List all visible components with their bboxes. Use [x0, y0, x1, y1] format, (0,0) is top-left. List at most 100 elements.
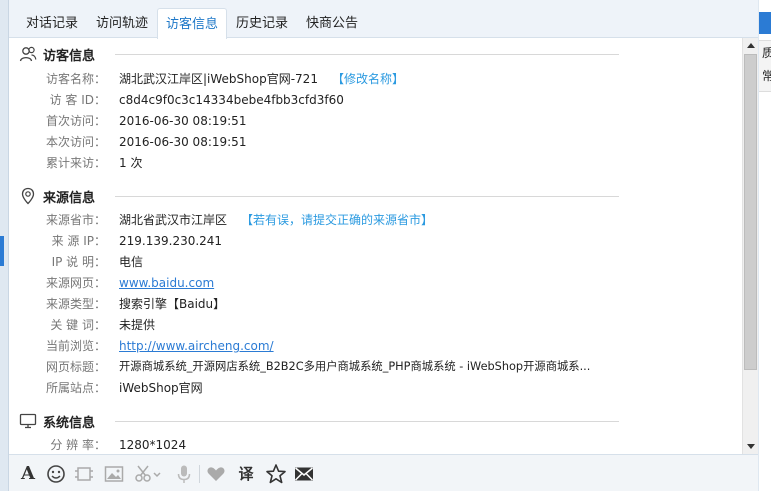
row-label: 来源网页：: [45, 276, 106, 290]
visitor-section-header: 访客信息: [19, 42, 95, 66]
right-strip-text-2: 常: [762, 69, 771, 83]
font-icon[interactable]: A: [17, 463, 39, 485]
info-row-keyword: 关 键 词： 未提供: [9, 315, 742, 335]
emoji-icon[interactable]: [45, 463, 67, 485]
visitor-id-value: c8d4c9f0c3c14334bebe4fbb3cfd3f60: [119, 93, 344, 107]
row-label: 访客名称：: [45, 72, 106, 86]
info-row-source-ip: 来 源 IP： 219.139.230.241: [9, 231, 742, 251]
tab-announcement[interactable]: 快商公告: [297, 8, 367, 38]
font-icon-glyph: A: [21, 463, 35, 484]
right-edge-strip: 质 常: [759, 0, 771, 491]
row-label: 访 客 ID：: [49, 93, 106, 107]
translate-icon[interactable]: 译: [235, 463, 257, 485]
tab-chat-records[interactable]: 对话记录: [17, 8, 87, 38]
translate-icon-glyph: 译: [238, 465, 254, 483]
info-row-visitor-name: 访客名称： 湖北武汉江岸区|iWebShop官网-721 【修改名称】: [9, 69, 742, 89]
visitor-section-title: 访客信息: [43, 48, 96, 64]
correct-region-link[interactable]: 【若有误，请提交正确的来源省市】: [241, 213, 433, 227]
info-row-page-title: 网页标题： 开源商城系统_开源网店系统_B2B2C多用户商城系统_PHP商城系统…: [9, 357, 742, 377]
toolbar-divider: [199, 465, 200, 483]
row-label: 所属站点：: [45, 381, 106, 395]
right-strip-accent: [759, 12, 771, 34]
row-label: IP 说 明：: [51, 255, 106, 269]
current-page-link[interactable]: http://www.aircheng.com/: [119, 336, 274, 356]
edit-name-link[interactable]: 【修改名称】: [332, 72, 404, 86]
scissors-svg: [135, 465, 161, 482]
info-row-source-type: 来源类型： 搜索引擎【Baidu】: [9, 294, 742, 314]
tab-bar: 对话记录 访问轨迹 访客信息 历史记录 快商公告: [9, 0, 758, 39]
info-row-resolution: 分 辨 率： 1280*1024: [9, 435, 742, 454]
left-edge-strip: [0, 0, 8, 491]
info-row-site: 所属站点： iWebShop官网: [9, 378, 742, 398]
mail-icon[interactable]: [293, 463, 315, 485]
row-label: 本次访问：: [45, 135, 106, 149]
keyword-value: 未提供: [119, 318, 156, 332]
microphone-svg: [177, 465, 191, 483]
system-section-title: 系统信息: [43, 415, 96, 431]
site-value: iWebShop官网: [119, 381, 203, 395]
section-divider: [115, 421, 619, 422]
info-row-current-visit: 本次访问： 2016-06-30 08:19:51: [9, 132, 742, 152]
info-row-source-region: 来源省市： 湖北省武汉市江岸区 【若有误，请提交正确的来源省市】: [9, 210, 742, 230]
row-label: 来源类型：: [45, 297, 106, 311]
page-title-value: 开源商城系统_开源网店系统_B2B2C多用户商城系统_PHP商城系统 - iWe…: [119, 360, 591, 373]
star-icon[interactable]: [265, 463, 287, 485]
chat-toolbar: A 译: [9, 454, 758, 491]
info-row-total-visits: 累计来访： 1 次: [9, 153, 742, 173]
visitor-info-content: 访客信息 访客名称： 湖北武汉江岸区|iWebShop官网-721 【修改名称】 …: [9, 38, 742, 454]
row-label: 累计来访：: [45, 156, 106, 170]
source-page-link[interactable]: www.baidu.com: [119, 273, 214, 293]
monitor-icon: [19, 413, 37, 429]
row-label: 来源省市：: [45, 213, 106, 227]
vertical-scrollbar[interactable]: [742, 38, 758, 454]
heart-icon[interactable]: [205, 463, 227, 485]
users-icon: [19, 46, 37, 62]
tab-history[interactable]: 历史记录: [227, 8, 297, 38]
app-window: 对话记录 访问轨迹 访客信息 历史记录 快商公告 访客信息 访客名称： 湖北武汉…: [0, 0, 771, 491]
source-section-header: 来源信息: [19, 184, 95, 208]
row-label: 来 源 IP：: [51, 234, 106, 248]
total-visits-value: 1 次: [119, 156, 143, 170]
tab-visit-trace[interactable]: 访问轨迹: [87, 8, 157, 38]
row-label: 分 辨 率：: [50, 438, 106, 452]
left-edge-accent: [0, 236, 4, 266]
section-divider: [115, 54, 619, 55]
info-row-current-page: 当前浏览： http://www.aircheng.com/: [9, 336, 742, 356]
row-label: 网页标题：: [45, 360, 106, 374]
tab-visitor-info[interactable]: 访客信息: [157, 8, 227, 39]
scroll-thumb[interactable]: [744, 54, 757, 370]
star-svg: [266, 464, 286, 484]
right-strip-text-1: 质: [762, 46, 771, 60]
info-row-ip-desc: IP 说 明： 电信: [9, 252, 742, 272]
screenshot-svg: [75, 467, 93, 481]
scroll-up-arrow-icon[interactable]: [743, 38, 758, 53]
emoji-svg: [47, 465, 65, 483]
source-ip-value: 219.139.230.241: [119, 234, 223, 248]
resolution-value: 1280*1024: [119, 438, 187, 452]
row-label: 首次访问：: [45, 114, 106, 128]
source-type-value: 搜索引擎【Baidu】: [119, 297, 226, 311]
image-icon[interactable]: [103, 463, 125, 485]
row-label: 关 键 词：: [50, 318, 106, 332]
visitor-name-value: 湖北武汉江岸区|iWebShop官网-721: [119, 72, 318, 86]
source-region-value: 湖北省武汉市江岸区: [119, 213, 228, 227]
scissors-icon[interactable]: [133, 463, 163, 485]
info-row-first-visit: 首次访问： 2016-06-30 08:19:51: [9, 111, 742, 131]
heart-svg: [207, 467, 225, 481]
section-divider: [115, 196, 619, 197]
info-row-source-page: 来源网页： www.baidu.com: [9, 273, 742, 293]
location-pin-icon: [21, 187, 35, 205]
visitor-panel: 对话记录 访问轨迹 访客信息 历史记录 快商公告 访客信息 访客名称： 湖北武汉…: [8, 0, 758, 491]
first-visit-value: 2016-06-30 08:19:51: [119, 114, 247, 128]
row-label: 当前浏览：: [45, 339, 106, 353]
mail-svg: [294, 467, 314, 481]
microphone-icon[interactable]: [173, 463, 195, 485]
screenshot-icon[interactable]: [73, 463, 95, 485]
source-section-title: 来源信息: [43, 190, 96, 206]
ip-desc-value: 电信: [119, 255, 144, 269]
current-visit-value: 2016-06-30 08:19:51: [119, 135, 247, 149]
info-row-visitor-id: 访 客 ID： c8d4c9f0c3c14334bebe4fbb3cfd3f60: [9, 90, 742, 110]
image-svg: [104, 466, 124, 482]
system-section-header: 系统信息: [19, 409, 95, 433]
scroll-down-arrow-icon[interactable]: [743, 439, 758, 454]
